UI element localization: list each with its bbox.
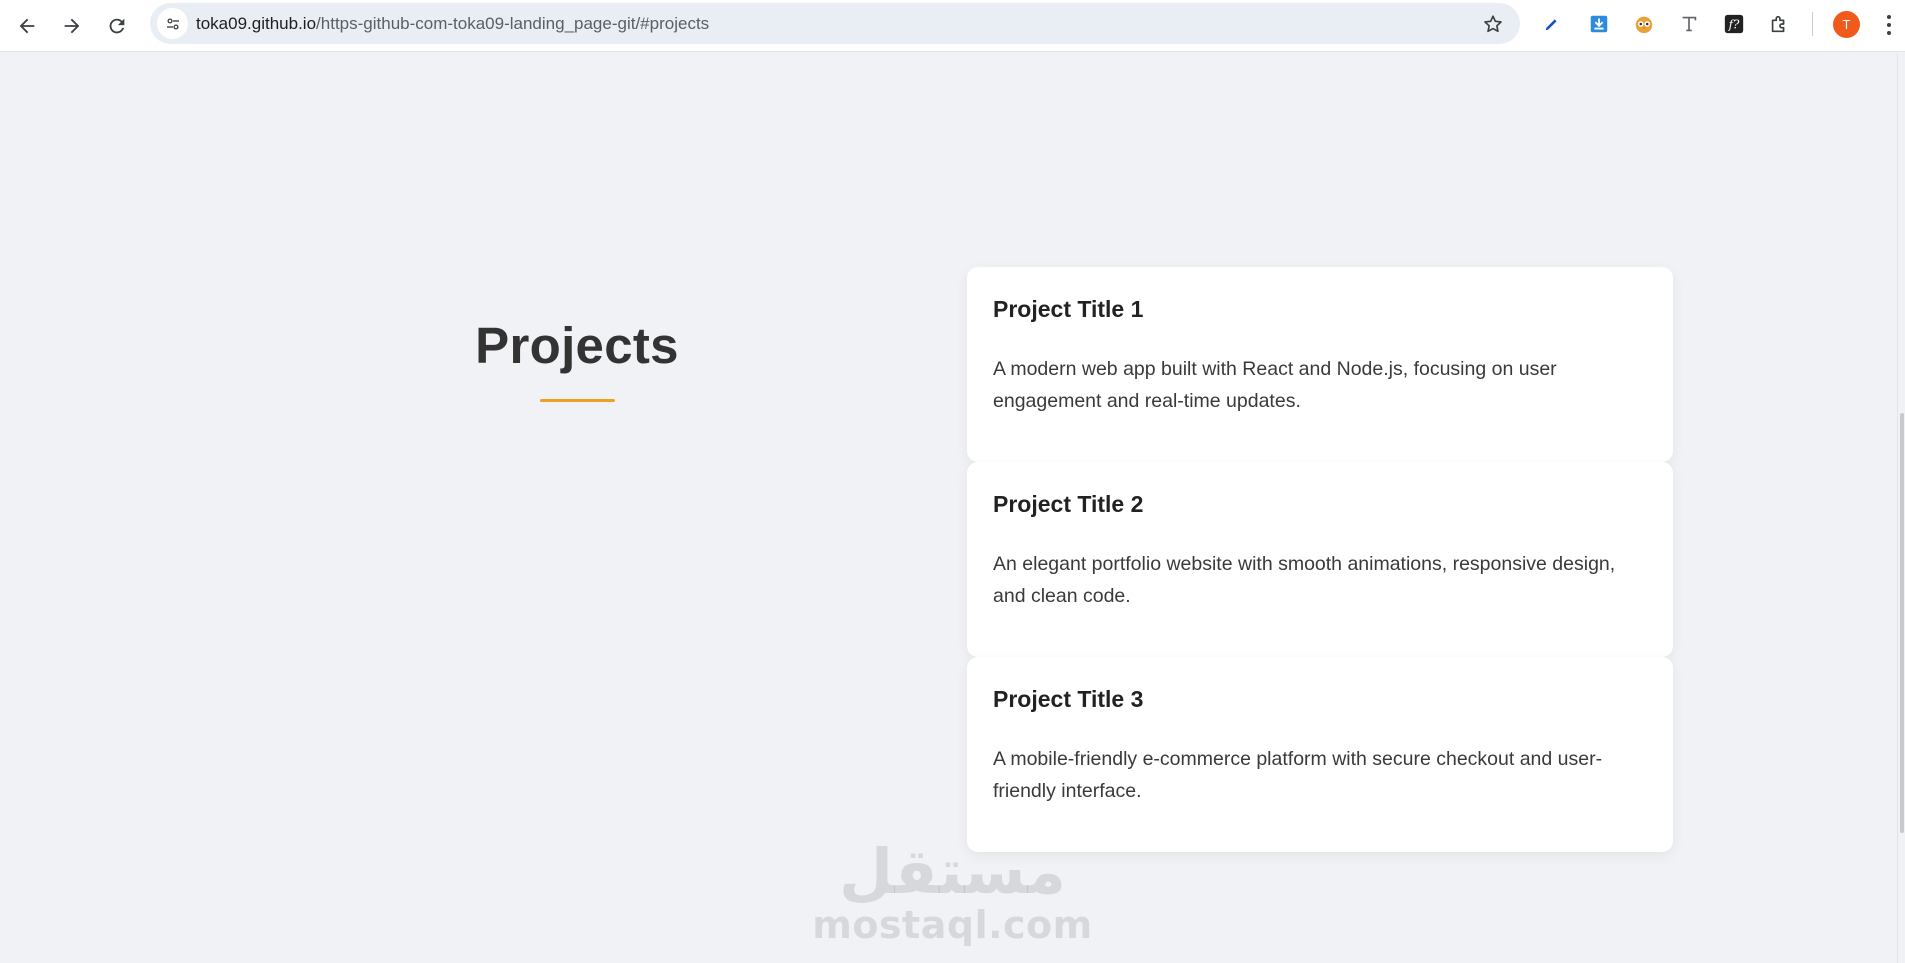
extensions-button[interactable] xyxy=(1765,10,1793,38)
fx-extension-button[interactable]: f? xyxy=(1720,10,1748,38)
svg-text:f?: f? xyxy=(1728,18,1740,32)
site-info-button[interactable] xyxy=(157,8,188,39)
page-scrollbar[interactable] xyxy=(1897,53,1905,963)
watermark: مستقل mostaql.com xyxy=(800,835,1105,947)
text-t-icon xyxy=(1682,16,1697,32)
browser-toolbar: toka09.github.io/https-github-com-toka09… xyxy=(0,0,1905,52)
owl-extension-button[interactable] xyxy=(1630,10,1658,38)
reload-button[interactable] xyxy=(97,6,137,46)
toolbar-divider xyxy=(1812,12,1813,36)
url-host: toka09.github.io xyxy=(196,14,317,33)
address-bar[interactable]: toka09.github.io/https-github-com-toka09… xyxy=(150,3,1520,44)
project-description: A mobile-friendly e-commerce platform wi… xyxy=(993,748,1603,802)
arrow-right-icon xyxy=(64,18,80,34)
download-extension-button[interactable] xyxy=(1585,10,1613,38)
star-icon xyxy=(1484,15,1502,33)
url-path: /https-github-com-toka09-landing_page-gi… xyxy=(316,14,710,33)
fx-icon: f? xyxy=(1724,14,1744,34)
project-title: Project Title 2 xyxy=(993,491,1144,517)
watermark-arabic: مستقل xyxy=(839,835,1066,908)
forward-button[interactable] xyxy=(52,6,92,46)
watermark-latin: mostaql.com xyxy=(812,903,1093,947)
scrollbar-thumb[interactable] xyxy=(1900,413,1904,833)
arrow-left-icon xyxy=(19,18,35,34)
project-card[interactable]: Project Title 1 A modern web app built w… xyxy=(967,267,1673,462)
bookmark-button[interactable] xyxy=(1480,11,1506,37)
project-title: Project Title 3 xyxy=(993,686,1144,712)
profile-avatar[interactable]: T xyxy=(1833,11,1860,38)
owl-icon xyxy=(1635,16,1653,34)
pen-icon xyxy=(1545,19,1557,31)
project-list: Project Title 1 A modern web app built w… xyxy=(967,267,1673,852)
project-card[interactable]: Project Title 2 An elegant portfolio web… xyxy=(967,462,1673,657)
section-title: Projects xyxy=(475,317,679,374)
project-description: A modern web app built with React and No… xyxy=(993,358,1557,412)
reload-icon xyxy=(109,18,125,34)
tune-icon xyxy=(166,17,179,30)
section-title-underline xyxy=(540,399,615,402)
download-icon xyxy=(1590,15,1608,33)
back-button[interactable] xyxy=(7,6,47,46)
puzzle-icon xyxy=(1771,15,1785,33)
text-extension-button[interactable] xyxy=(1675,10,1703,38)
pen-extension-button[interactable] xyxy=(1538,10,1566,38)
url-text[interactable]: toka09.github.io/https-github-com-toka09… xyxy=(196,14,709,34)
kebab-menu-icon[interactable] xyxy=(1882,12,1896,38)
project-description: An elegant portfolio website with smooth… xyxy=(993,553,1616,607)
project-card[interactable]: Project Title 3 A mobile-friendly e-comm… xyxy=(967,657,1673,852)
project-title: Project Title 1 xyxy=(993,296,1144,322)
